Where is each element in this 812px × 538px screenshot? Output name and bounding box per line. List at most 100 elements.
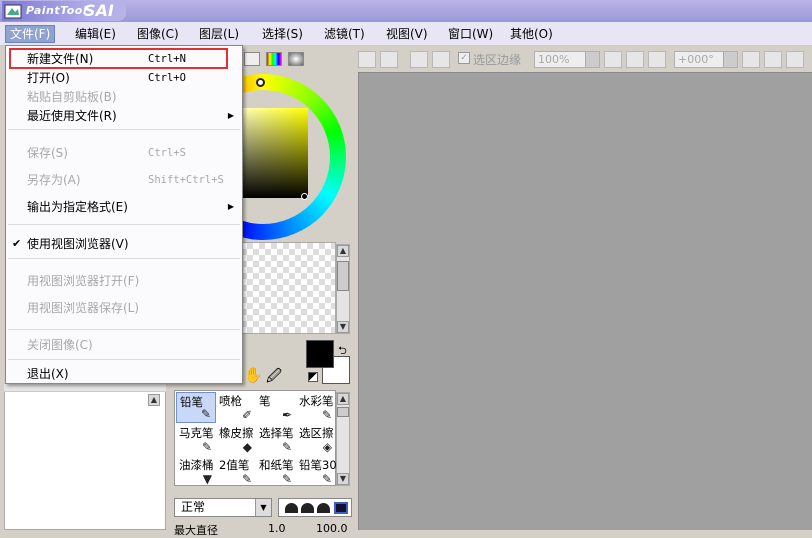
eyedropper-icon[interactable]: 🖉: [266, 366, 282, 391]
airbrush-icon: ✐: [241, 408, 252, 422]
scroll-up-icon[interactable]: ▲: [337, 245, 349, 257]
menu-file[interactable]: 文件(F): [5, 25, 56, 43]
brush-washi-pen[interactable]: 和纸笔 ✎: [256, 456, 296, 487]
shape-square-icon[interactable]: [334, 502, 348, 514]
palette-tab[interactable]: [266, 52, 282, 66]
swap-colors-icon[interactable]: ⮌: [338, 342, 347, 361]
sv-marker[interactable]: [301, 193, 308, 200]
menu-save: 保存(S) Ctrl+S: [27, 146, 186, 160]
shape-medium-icon[interactable]: [301, 503, 314, 513]
submenu-arrow-icon: ▶: [227, 111, 234, 120]
binary-pen-icon: ✎: [241, 472, 252, 486]
menu-exit[interactable]: 退出(X): [6, 364, 242, 384]
layer-panel-header: [4, 384, 166, 392]
app-logo: PaintTool SAI: [2, 1, 126, 21]
color-mode-tabs: [244, 50, 314, 68]
canvas-area[interactable]: [358, 72, 812, 530]
layer-scrollbar[interactable]: ▲: [148, 394, 162, 408]
menu-open[interactable]: 打开(O) Ctrl+O: [6, 68, 242, 88]
brush-bucket[interactable]: 油漆桶 ▼: [176, 456, 216, 487]
mixer-tab[interactable]: [288, 52, 304, 66]
checkmark-icon: ✔: [12, 237, 22, 250]
rotate-left-icon[interactable]: [742, 51, 760, 68]
reset-colors-icon[interactable]: [308, 372, 318, 382]
scroll-up-icon[interactable]: ▲: [337, 393, 349, 405]
brush-scrollbar[interactable]: ▲ ▼: [336, 392, 350, 486]
logo-name: SAI: [84, 1, 114, 20]
pencil-icon: ✎: [200, 407, 211, 421]
menu-separator: [8, 258, 240, 259]
brush-binary-pen[interactable]: 2值笔 ✎: [216, 456, 256, 487]
bucket-icon: ▼: [202, 472, 212, 486]
menu-bar: 文件(F) 编辑(E) 图像(C) 图层(L) 选择(S) 滤镜(T) 视图(V…: [0, 22, 812, 46]
eraser-icon: ◆: [242, 440, 252, 454]
app-logo-icon: [4, 4, 22, 19]
swatch-scrollbar[interactable]: ▲ ▼: [336, 244, 350, 334]
menu-save-as: 另存为(A) Shift+Ctrl+S: [27, 173, 224, 187]
brush-pencil-30[interactable]: 铅笔30 ✎: [296, 456, 336, 487]
pen-icon: ✒: [281, 408, 292, 422]
color-slider-tab[interactable]: [244, 52, 260, 66]
shape-hard-icon[interactable]: [317, 503, 330, 513]
menu-paste-from-clipboard: 粘贴自剪贴板(B): [27, 90, 117, 104]
main-toolbar: ✓ 选区边缘 100% +000°: [356, 48, 812, 72]
scroll-down-icon[interactable]: ▼: [337, 473, 349, 485]
menu-edit[interactable]: 编辑(E): [71, 25, 120, 43]
redo-icon[interactable]: [380, 51, 398, 68]
menu-other[interactable]: 其他(O): [506, 25, 557, 43]
pencil-icon: ✎: [321, 472, 332, 486]
menu-recent-files[interactable]: 最近使用文件(R) ▶: [6, 106, 242, 126]
menu-use-view-browser[interactable]: ✔ 使用视图浏览器(V): [6, 234, 242, 254]
menu-image[interactable]: 图像(C): [133, 25, 183, 43]
menu-window[interactable]: 窗口(W): [444, 25, 497, 43]
highlight-box: [9, 48, 228, 69]
deselect-icon[interactable]: [410, 51, 428, 68]
hue-marker[interactable]: [256, 78, 265, 87]
shape-soft-icon[interactable]: [285, 503, 298, 513]
brush-watercolor[interactable]: 水彩笔 ✎: [296, 392, 336, 423]
brush-pen[interactable]: 笔 ✒: [256, 392, 296, 423]
selection-edge-label: 选区边缘: [473, 53, 522, 67]
blend-mode-select[interactable]: 正常 ▼: [174, 498, 272, 517]
selection-edge-checkbox[interactable]: ✓: [458, 52, 470, 64]
brush-eraser[interactable]: 橡皮擦 ◆: [216, 424, 256, 455]
menu-filter[interactable]: 滤镜(T): [320, 25, 369, 43]
menu-separator: [8, 329, 240, 330]
menu-separator: [8, 224, 240, 225]
submenu-arrow-icon: ▶: [227, 202, 234, 211]
brush-size-row[interactable]: 最大直径 1.0 100.0: [174, 522, 354, 537]
zoom-in-icon[interactable]: [626, 51, 644, 68]
menu-select[interactable]: 选择(S): [258, 25, 307, 43]
menu-view[interactable]: 视图(V): [382, 25, 432, 43]
logo-brand: PaintTool: [26, 4, 88, 17]
scroll-up-icon[interactable]: ▲: [148, 394, 160, 406]
brush-marker[interactable]: 马克笔 ✎: [176, 424, 216, 455]
brush-select-pen[interactable]: 选择笔 ✎: [256, 424, 296, 455]
scroll-thumb[interactable]: [337, 261, 349, 291]
watercolor-icon: ✎: [321, 408, 332, 422]
undo-icon[interactable]: [358, 51, 376, 68]
brush-select-eraser[interactable]: 选区擦 ◈: [296, 424, 336, 455]
chevron-down-icon: [585, 52, 599, 67]
zoom-select[interactable]: 100%: [534, 51, 600, 68]
brush-airbrush[interactable]: 喷枪 ✐: [216, 392, 256, 423]
scroll-down-icon[interactable]: ▼: [337, 321, 349, 333]
menu-layer[interactable]: 图层(L): [195, 25, 243, 43]
menu-open-with-view-browser: 用视图浏览器打开(F): [27, 274, 140, 288]
zoom-reset-icon[interactable]: [648, 51, 666, 68]
brush-pencil[interactable]: 铅笔 ✎: [176, 392, 216, 423]
invert-selection-icon[interactable]: [432, 51, 450, 68]
hand-tool-icon[interactable]: ✋: [244, 366, 263, 384]
rotate-right-icon[interactable]: [764, 51, 782, 68]
rotate-reset-icon[interactable]: [786, 51, 804, 68]
select-pen-icon: ✎: [281, 440, 292, 454]
rotation-select[interactable]: +000°: [674, 51, 738, 68]
brush-shape-selector[interactable]: [278, 498, 352, 517]
file-menu-dropdown: 新建文件(N) Ctrl+N 打开(O) Ctrl+O 粘贴自剪贴板(B) 最近使用…: [5, 45, 243, 384]
zoom-out-icon[interactable]: [604, 51, 622, 68]
scroll-thumb[interactable]: [337, 407, 349, 417]
washi-pen-icon: ✎: [281, 472, 292, 486]
menu-export-as[interactable]: 输出为指定格式(E) ▶: [6, 197, 242, 217]
layer-panel[interactable]: [4, 384, 166, 530]
marker-icon: ✎: [201, 440, 212, 454]
